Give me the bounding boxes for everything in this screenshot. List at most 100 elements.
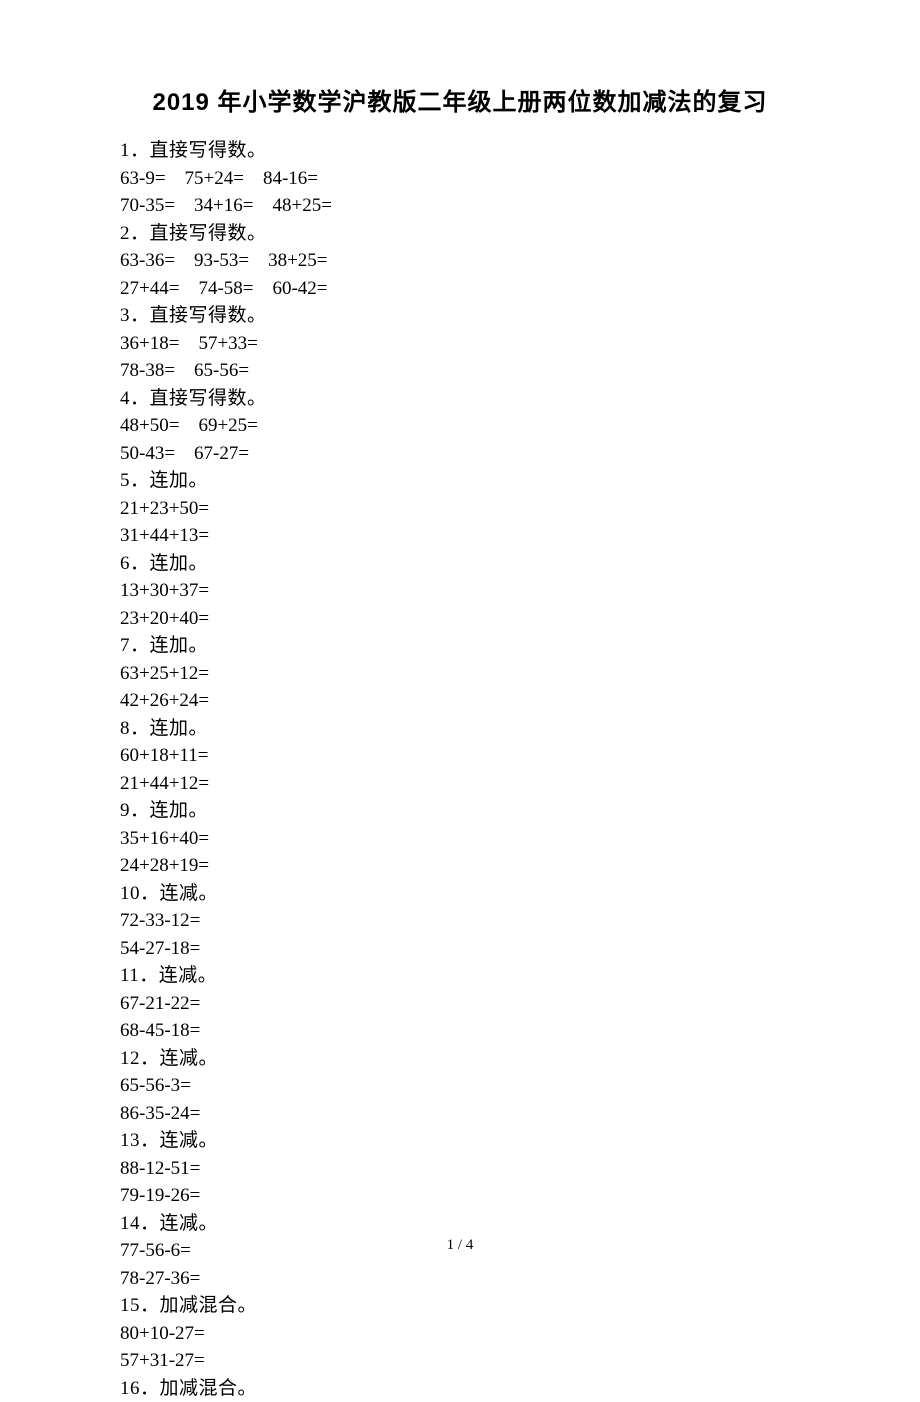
gap: [179, 415, 198, 436]
equation: 31+44+13=: [120, 525, 209, 546]
page-root: 2019 年小学数学沪教版二年级上册两位数加减法的复习 1．直接写得数。 63-…: [0, 0, 920, 1302]
equation: 50-43=: [120, 443, 175, 464]
equation: 63-36=: [120, 250, 175, 271]
equation: 27+44=: [120, 278, 179, 299]
equation: 67-27=: [194, 443, 249, 464]
gap: [253, 195, 272, 216]
equation-row: 72-33-12=: [120, 907, 800, 935]
equation: 63+25+12=: [120, 663, 209, 684]
section-prompt: 15．加减混合。: [120, 1292, 800, 1320]
section-prompt: 4．直接写得数。: [120, 385, 800, 413]
section-prompt: 10．连减。: [120, 880, 800, 908]
section-prompt: 9．连加。: [120, 797, 800, 825]
equation: 78-38=: [120, 360, 175, 381]
equation-row: 63-9= 75+24= 84-16=: [120, 165, 800, 193]
equation: 23+20+40=: [120, 608, 209, 629]
equation-row: 67-21-22=: [120, 990, 800, 1018]
equation: 93-53=: [194, 250, 249, 271]
page-title: 2019 年小学数学沪教版二年级上册两位数加减法的复习: [120, 82, 800, 117]
section-prompt: 3．直接写得数。: [120, 302, 800, 330]
equation-row: 50-43= 67-27=: [120, 440, 800, 468]
equation: 21+44+12=: [120, 773, 209, 794]
equation-row: 80+10-27=: [120, 1320, 800, 1348]
section-prompt: 2．直接写得数。: [120, 220, 800, 248]
equation: 38+25=: [268, 250, 327, 271]
equation-row: 31+44+13=: [120, 522, 800, 550]
equation: 57+33=: [198, 333, 257, 354]
equation: 78-27-36=: [120, 1268, 200, 1289]
equation: 86-35-24=: [120, 1103, 200, 1124]
equation: 65-56=: [194, 360, 249, 381]
equation: 70-35=: [120, 195, 175, 216]
equation: 75+24=: [185, 168, 244, 189]
equation: 60-42=: [272, 278, 327, 299]
equation-row: 88-12-51=: [120, 1155, 800, 1183]
worksheet-content: 1．直接写得数。 63-9= 75+24= 84-16= 70-35= 34+1…: [120, 137, 800, 1402]
equation-row: 13+30+37=: [120, 577, 800, 605]
equation-row: 21+23+50=: [120, 495, 800, 523]
equation: 80+10-27=: [120, 1323, 205, 1344]
equation: 68-45-18=: [120, 1020, 200, 1041]
equation-row: 60+18+11=: [120, 742, 800, 770]
equation-row: 36+18= 57+33=: [120, 330, 800, 358]
equation: 88-12-51=: [120, 1158, 200, 1179]
equation-row: 42+26+24=: [120, 687, 800, 715]
equation: 74-58=: [198, 278, 253, 299]
section-prompt: 5．连加。: [120, 467, 800, 495]
section-prompt: 11．连减。: [120, 962, 800, 990]
equation: 35+16+40=: [120, 828, 209, 849]
equation: 79-19-26=: [120, 1185, 200, 1206]
equation: 42+26+24=: [120, 690, 209, 711]
equation-row: 68-45-18=: [120, 1017, 800, 1045]
equation: 60+18+11=: [120, 745, 208, 766]
equation: 63-9=: [120, 168, 166, 189]
equation-row: 35+16+40=: [120, 825, 800, 853]
gap: [179, 278, 198, 299]
equation-row: 78-27-36=: [120, 1265, 800, 1293]
section-prompt: 14．连减。: [120, 1210, 800, 1238]
equation-row: 63+25+12=: [120, 660, 800, 688]
equation: 65-56-3=: [120, 1075, 191, 1096]
gap: [249, 250, 268, 271]
equation-row: 78-38= 65-56=: [120, 357, 800, 385]
equation: 24+28+19=: [120, 855, 209, 876]
equation: 67-21-22=: [120, 993, 200, 1014]
page-footer: 1 / 4: [0, 1237, 920, 1254]
equation: 48+50=: [120, 415, 179, 436]
gap: [175, 443, 194, 464]
section-prompt: 8．连加。: [120, 715, 800, 743]
equation-row: 23+20+40=: [120, 605, 800, 633]
gap: [253, 278, 272, 299]
gap: [179, 333, 198, 354]
equation-row: 86-35-24=: [120, 1100, 800, 1128]
section-prompt: 16．加减混合。: [120, 1375, 800, 1402]
gap: [244, 168, 263, 189]
equation-row: 63-36= 93-53= 38+25=: [120, 247, 800, 275]
section-prompt: 13．连减。: [120, 1127, 800, 1155]
gap: [166, 168, 185, 189]
equation-row: 27+44= 74-58= 60-42=: [120, 275, 800, 303]
equation: 84-16=: [263, 168, 318, 189]
gap: [175, 360, 194, 381]
equation: 69+25=: [198, 415, 257, 436]
equation: 54-27-18=: [120, 938, 200, 959]
equation: 57+31-27=: [120, 1350, 205, 1371]
equation: 36+18=: [120, 333, 179, 354]
equation-row: 65-56-3=: [120, 1072, 800, 1100]
equation-row: 21+44+12=: [120, 770, 800, 798]
section-prompt: 1．直接写得数。: [120, 137, 800, 165]
equation-row: 24+28+19=: [120, 852, 800, 880]
equation-row: 57+31-27=: [120, 1347, 800, 1375]
gap: [175, 250, 194, 271]
equation: 48+25=: [272, 195, 331, 216]
equation: 21+23+50=: [120, 498, 209, 519]
section-prompt: 6．连加。: [120, 550, 800, 578]
equation-row: 48+50= 69+25=: [120, 412, 800, 440]
section-prompt: 7．连加。: [120, 632, 800, 660]
equation: 72-33-12=: [120, 910, 200, 931]
equation-row: 79-19-26=: [120, 1182, 800, 1210]
section-prompt: 12．连减。: [120, 1045, 800, 1073]
equation-row: 54-27-18=: [120, 935, 800, 963]
equation-row: 70-35= 34+16= 48+25=: [120, 192, 800, 220]
equation: 13+30+37=: [120, 580, 209, 601]
